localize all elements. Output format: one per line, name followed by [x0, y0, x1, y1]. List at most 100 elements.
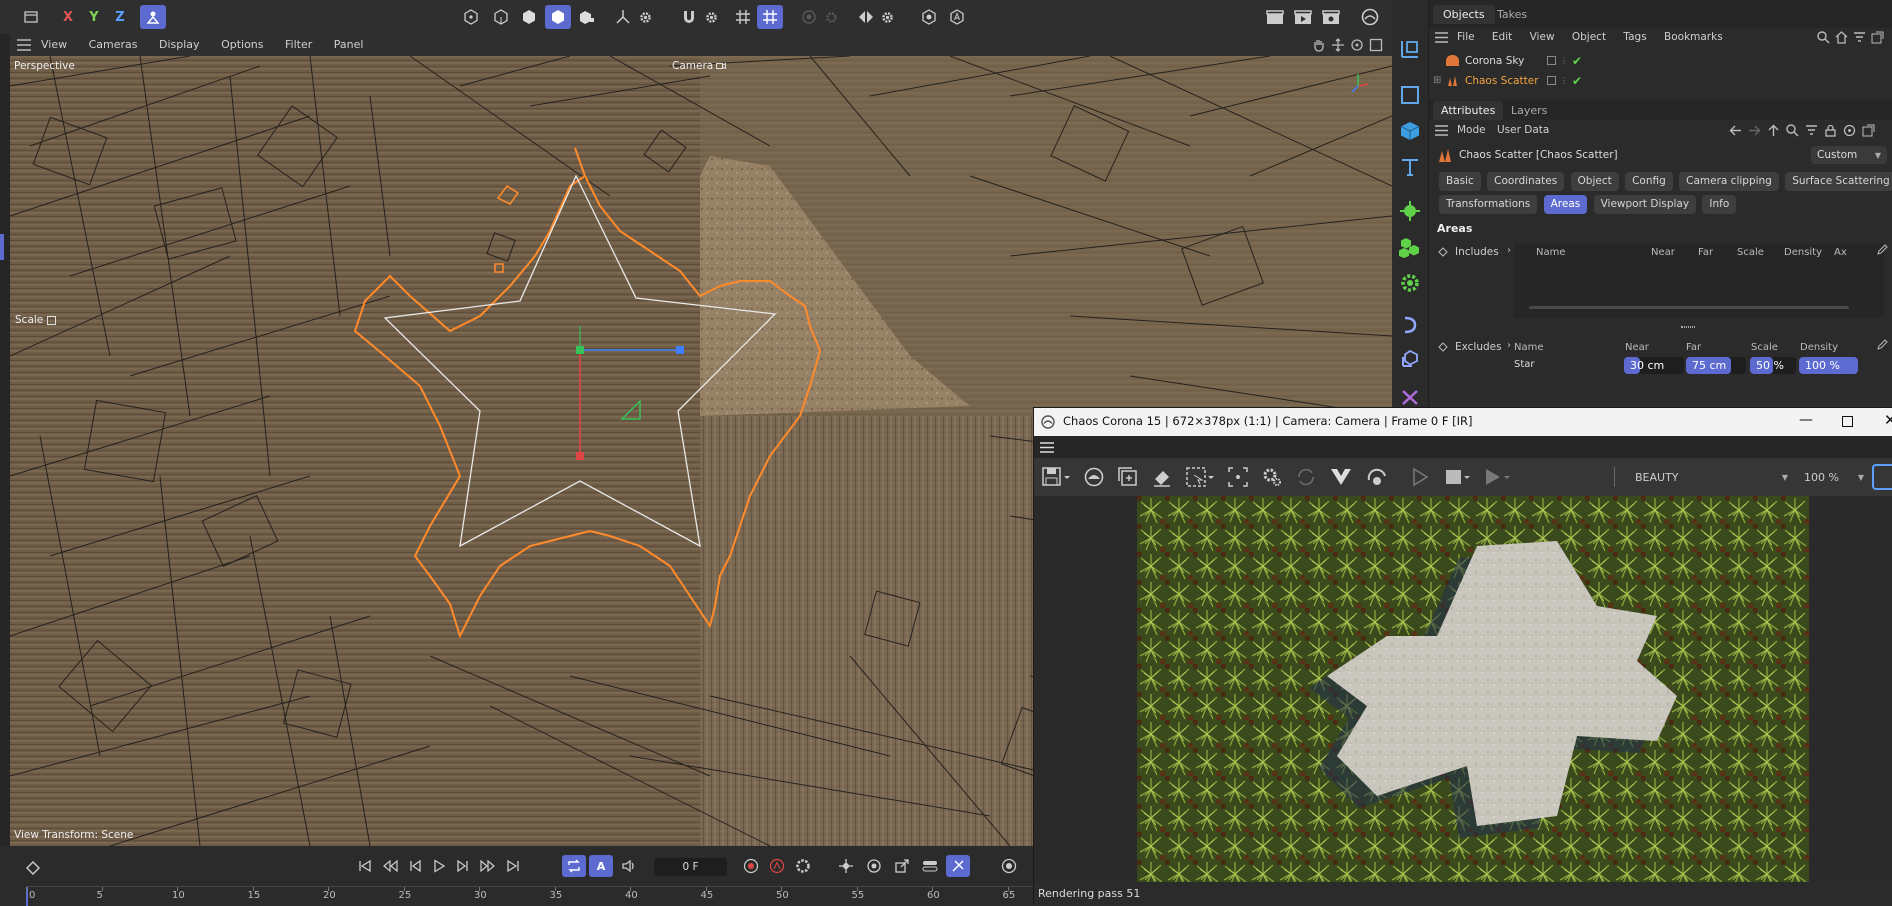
home-icon[interactable]: [1835, 31, 1848, 44]
new-window-icon[interactable]: [1871, 31, 1884, 44]
includes-col-far[interactable]: Far: [1698, 247, 1713, 258]
forward-arrow-icon[interactable]: [1748, 124, 1761, 137]
model-mode-icon[interactable]: [545, 5, 571, 29]
save-image-icon[interactable]: [1042, 467, 1070, 487]
excludes-col-near[interactable]: Near: [1625, 342, 1649, 353]
create-text-icon[interactable]: [1397, 154, 1423, 180]
key-rotation-icon[interactable]: [866, 858, 882, 874]
mode-menu-user-data[interactable]: User Data: [1497, 124, 1549, 136]
record-key-icon[interactable]: [743, 858, 759, 874]
pass-select-dropdown[interactable]: BEAUTY ▼: [1629, 466, 1794, 488]
includes-col-near[interactable]: Near: [1651, 247, 1675, 258]
axis-settings-gear-icon[interactable]: [636, 7, 654, 27]
tab-object[interactable]: Object: [1570, 172, 1619, 191]
vray-logo-icon[interactable]: [1330, 467, 1352, 487]
up-arrow-icon[interactable]: [1767, 124, 1780, 137]
enabled-check-icon[interactable]: ✔: [1572, 54, 1582, 68]
lock-icon[interactable]: [1824, 124, 1837, 137]
render-settings-clapper-icon[interactable]: [1320, 7, 1342, 27]
snap-settings-gear-icon[interactable]: [702, 7, 720, 27]
render-canvas[interactable]: [1034, 496, 1892, 882]
render-region-clapper-icon[interactable]: [1264, 7, 1286, 27]
layer-dots-icon[interactable]: ⋮: [1560, 57, 1568, 65]
search-icon[interactable]: [1817, 31, 1830, 44]
visibility-toggle[interactable]: [1547, 76, 1556, 85]
symmetry-gear-icon[interactable]: [878, 7, 896, 27]
includes-col-density[interactable]: Density: [1784, 247, 1822, 258]
create-effector-icon[interactable]: [1397, 270, 1423, 296]
render-hamburger-icon[interactable]: [1040, 442, 1054, 453]
tab-basic[interactable]: Basic: [1439, 172, 1481, 191]
preset-dropdown[interactable]: Custom ▼: [1811, 146, 1887, 164]
stop-render-icon[interactable]: [1444, 467, 1470, 487]
auto-record-icon[interactable]: [769, 858, 785, 874]
tab-objects[interactable]: Objects: [1433, 5, 1495, 24]
maximize-icon[interactable]: [1842, 416, 1853, 427]
filter-icon[interactable]: [1853, 31, 1866, 44]
key-settings-gear-icon[interactable]: [795, 858, 811, 874]
create-spline-rectangle-icon[interactable]: [1397, 82, 1423, 108]
add-to-history-icon[interactable]: [1118, 467, 1138, 487]
rotate-camera-icon[interactable]: [1350, 38, 1364, 52]
sound-icon[interactable]: [618, 855, 640, 877]
scale-lock-icon[interactable]: [47, 315, 57, 325]
tab-takes[interactable]: Takes: [1497, 8, 1527, 21]
axis-x-button[interactable]: X: [58, 7, 78, 27]
clear-eraser-icon[interactable]: [1152, 467, 1172, 487]
viewport-menu-options[interactable]: Options: [221, 38, 263, 51]
enabled-check-icon[interactable]: ✔: [1572, 74, 1582, 88]
previous-key-icon[interactable]: [382, 859, 398, 873]
tab-areas[interactable]: Areas: [1543, 195, 1588, 214]
viewport-camera-label[interactable]: Camera: [672, 60, 727, 72]
includes-col-scale[interactable]: Scale: [1737, 247, 1764, 258]
symmetry-icon[interactable]: [855, 7, 877, 27]
includes-keyframe-diamond-icon[interactable]: [1438, 247, 1448, 257]
tab-attributes[interactable]: Attributes: [1433, 101, 1504, 120]
previous-frame-icon[interactable]: [408, 859, 422, 873]
render-window-titlebar[interactable]: Chaos Corona 15 | 672×378px (1:1) | Came…: [1034, 408, 1892, 436]
exclude-scale-field[interactable]: 50 %: [1750, 357, 1796, 374]
layout-menu-icon[interactable]: [20, 7, 42, 27]
objects-menu-edit[interactable]: Edit: [1492, 31, 1512, 43]
tab-transformations[interactable]: Transformations: [1439, 195, 1538, 214]
includes-expand-chevron-icon[interactable]: ›: [1507, 245, 1511, 256]
create-deformer-icon[interactable]: [1397, 312, 1423, 338]
coordinate-system-icon[interactable]: [140, 5, 166, 29]
go-to-end-icon[interactable]: [506, 859, 520, 873]
tab-camera-clipping[interactable]: Camera clipping: [1679, 172, 1779, 191]
key-param-icon[interactable]: [922, 858, 938, 874]
render-settings-hex-icon[interactable]: [918, 7, 940, 27]
excludes-keyframe-diamond-icon[interactable]: [1438, 342, 1448, 352]
excludes-col-scale[interactable]: Scale: [1751, 342, 1778, 353]
grid-snap-icon[interactable]: [732, 7, 754, 27]
ipr-icon[interactable]: [1366, 467, 1388, 487]
snap-magnet-icon[interactable]: [678, 7, 700, 27]
render-view-clapper-icon[interactable]: [1292, 7, 1314, 27]
tab-surface-scattering[interactable]: Surface Scattering: [1785, 172, 1892, 191]
points-mode-icon[interactable]: [460, 7, 482, 27]
soft-selection-icon[interactable]: [798, 7, 820, 27]
exclude-object-name[interactable]: Star: [1514, 359, 1535, 370]
excludes-col-density[interactable]: Density: [1800, 342, 1838, 353]
includes-col-ax[interactable]: Ax: [1834, 247, 1847, 258]
excludes-edit-pencil-icon[interactable]: [1877, 339, 1888, 350]
mode-menu-mode[interactable]: Mode: [1457, 124, 1486, 136]
excludes-expand-chevron-icon[interactable]: ›: [1507, 340, 1511, 351]
includes-resize-grip[interactable]: [1681, 326, 1695, 328]
visibility-toggle[interactable]: [1547, 56, 1556, 65]
zoom-dropdown[interactable]: 100 % ▼: [1800, 466, 1868, 488]
current-frame-field[interactable]: 0 F: [654, 858, 727, 876]
object-row-chaos-scatter[interactable]: ⊞ Chaos Scatter ⋮ ✔: [1429, 71, 1892, 90]
objects-menu-file[interactable]: File: [1457, 31, 1475, 43]
render-settings-gear-icon[interactable]: [1262, 467, 1282, 487]
exclude-near-field[interactable]: 30 cm: [1624, 357, 1684, 374]
axis-z-button[interactable]: Z: [110, 7, 130, 27]
back-arrow-icon[interactable]: [1729, 124, 1742, 137]
tab-viewport-display[interactable]: Viewport Display: [1593, 195, 1697, 214]
timeline-ruler[interactable]: 0 5 10 15 20 25 30 35 40 45 50 55 60 65: [26, 886, 1036, 906]
motion-system-icon[interactable]: [998, 855, 1020, 877]
includes-col-name[interactable]: Name: [1536, 247, 1566, 258]
create-generator-icon[interactable]: [1397, 198, 1423, 224]
attributes-search-icon[interactable]: [1786, 124, 1799, 137]
keyframe-diamond-icon[interactable]: [22, 858, 44, 878]
